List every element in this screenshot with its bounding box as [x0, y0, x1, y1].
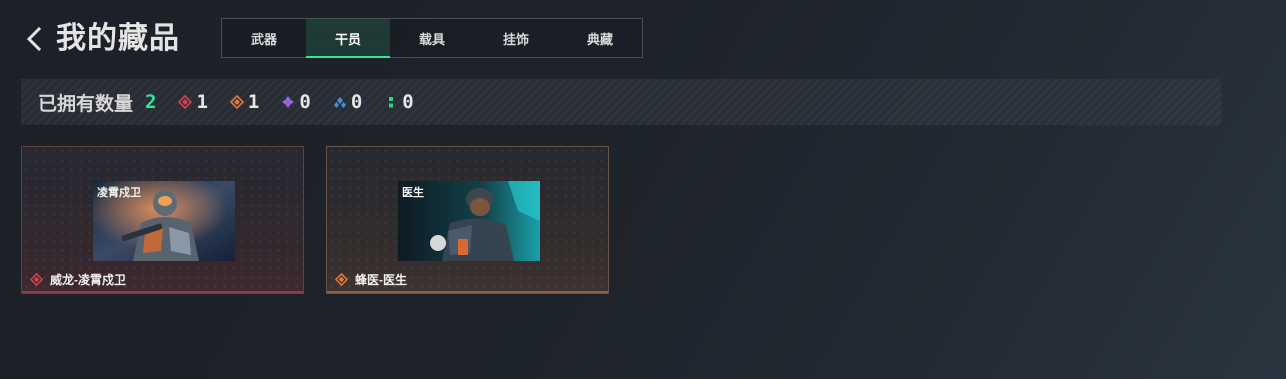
- tab-vehicles[interactable]: 载具: [390, 19, 474, 57]
- rarity-purple-number: 0: [299, 91, 311, 113]
- rarity-blue-number: 0: [350, 91, 363, 113]
- tab-collection[interactable]: 典藏: [558, 19, 642, 57]
- item-name: 威龙-凌霄戍卫: [50, 273, 126, 287]
- owned-count-label: 已拥有数量: [38, 93, 134, 115]
- red-diamond-icon: [178, 95, 193, 109]
- category-tabs: 武器 干员 载具 挂饰 典藏: [221, 18, 643, 58]
- operator-portrait-image: 凌霄戍卫: [93, 181, 235, 261]
- rarity-blue-count: 0: [333, 91, 362, 113]
- rarity-green-number: 0: [402, 91, 414, 113]
- red-diamond-icon: [30, 273, 43, 286]
- rarity-orange-number: 1: [247, 91, 260, 113]
- rarity-green-count: 0: [384, 91, 414, 113]
- rarity-red-number: 1: [196, 91, 208, 113]
- operator-portrait-image: 医生: [398, 181, 540, 261]
- orange-diamond-icon: [335, 273, 348, 286]
- back-arrow-icon[interactable]: [24, 26, 46, 52]
- blue-diamond-icon: [333, 97, 346, 108]
- page-title: 我的藏品: [56, 22, 180, 55]
- purple-diamond-icon: [282, 96, 295, 108]
- item-card[interactable]: 凌霄戍卫 威龙-凌霄戍卫: [21, 146, 304, 294]
- item-name: 蜂医-医生: [355, 273, 407, 287]
- tab-operators[interactable]: 干员: [306, 19, 390, 58]
- rarity-red-count: 1: [178, 91, 208, 113]
- orange-diamond-icon: [229, 95, 244, 109]
- green-dots-icon: [389, 97, 394, 108]
- portrait-title-text: 凌霄戍卫: [97, 185, 141, 199]
- rarity-orange-count: 1: [229, 91, 260, 113]
- rarity-purple-count: 0: [281, 91, 311, 113]
- tab-weapons[interactable]: 武器: [222, 19, 306, 57]
- item-card[interactable]: 医生 蜂医-医生: [326, 146, 609, 294]
- owned-count-bar: 已拥有数量 2 1 1 0 0 0: [21, 79, 1221, 125]
- tab-charms[interactable]: 挂饰: [474, 19, 558, 57]
- owned-count-total: 2: [145, 91, 157, 113]
- portrait-title-text: 医生: [402, 185, 424, 199]
